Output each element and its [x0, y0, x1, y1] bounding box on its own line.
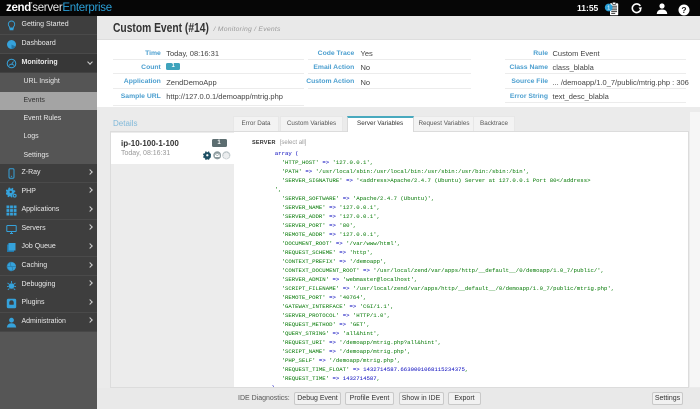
svg-text:1: 1 [607, 5, 610, 11]
svg-text:?: ? [681, 5, 686, 15]
